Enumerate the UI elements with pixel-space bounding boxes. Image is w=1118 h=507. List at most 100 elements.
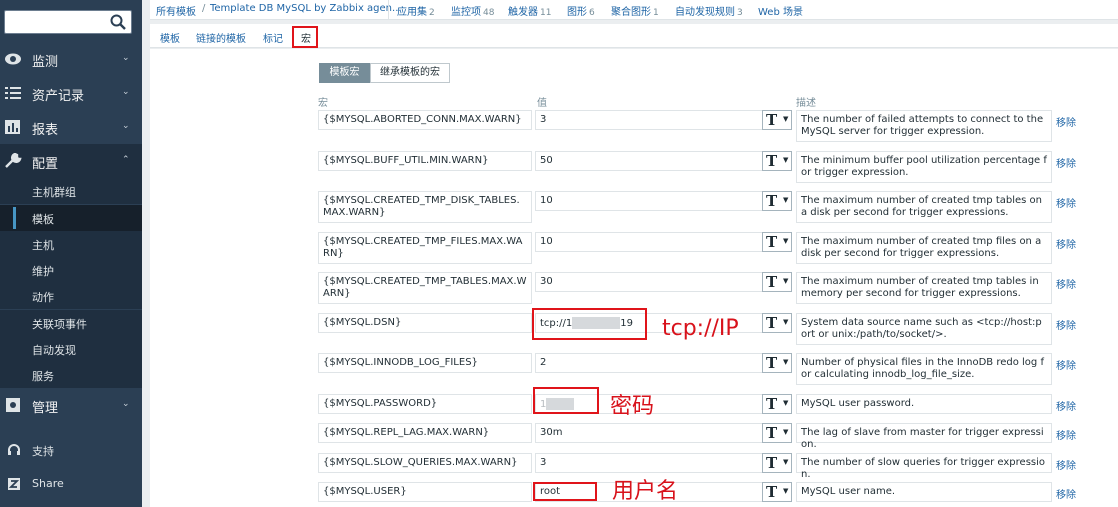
macro-description-field[interactable]: The maximum number of created tmp tables… — [796, 272, 1052, 304]
column-header-macro: 宏 — [318, 98, 328, 109]
discovery-rules-link[interactable]: 自动发现规则 3 — [675, 3, 743, 18]
sidebar-item-templates[interactable]: 模板 — [0, 205, 142, 231]
sidebar-item-hosts[interactable]: 主机 — [0, 231, 142, 257]
remove-macro-button[interactable]: 移除 — [1056, 457, 1076, 472]
remove-macro-button[interactable]: 移除 — [1056, 236, 1076, 251]
macro-value-field[interactable]: 30m — [535, 423, 763, 443]
applications-link[interactable]: 应用集 2 — [397, 3, 435, 18]
tab-template[interactable]: 模板 — [160, 30, 180, 45]
chevron-down-icon: ⌄ — [122, 53, 130, 63]
sidebar-item-label: 自动发现 — [32, 344, 76, 357]
remove-macro-button[interactable]: 移除 — [1056, 486, 1076, 501]
web-scenarios-link[interactable]: Web 场景 — [758, 3, 803, 18]
remove-macro-button[interactable]: 移除 — [1056, 155, 1076, 170]
sidebar-item-maintenance[interactable]: 维护 — [0, 257, 142, 283]
macro-name-field[interactable]: {$MYSQL.DSN} — [318, 313, 532, 333]
gear-icon — [6, 398, 20, 412]
remove-macro-button[interactable]: 移除 — [1056, 398, 1076, 413]
macro-name-field[interactable]: {$MYSQL.BUFF_UTIL.MIN.WARN} — [318, 151, 532, 171]
discovery-rules-count: 3 — [737, 8, 743, 18]
triggers-count: 11 — [540, 8, 552, 18]
macro-value-field[interactable]: 2 — [535, 353, 763, 373]
sidebar-item-host-groups[interactable]: 主机群组 — [0, 178, 142, 204]
macro-description-field[interactable]: MySQL user password. — [796, 394, 1052, 414]
value-type-select[interactable]: T ▼ — [762, 453, 792, 473]
macro-description-field[interactable]: The number of failed attempts to connect… — [796, 110, 1052, 142]
sidebar-item-discovery[interactable]: 自动发现 — [0, 336, 142, 362]
macro-name-field[interactable]: {$MYSQL.SLOW_QUERIES.MAX.WARN} — [318, 453, 532, 473]
graphs-link[interactable]: 图形 6 — [567, 3, 595, 18]
sidebar-support-link[interactable]: 支持 — [0, 436, 142, 464]
sidebar-search-input[interactable] — [4, 10, 132, 34]
macro-name-field[interactable]: {$MYSQL.USER} — [318, 482, 532, 502]
macro-description-field[interactable]: The number of slow queries for trigger e… — [796, 453, 1052, 480]
subtab-inherited-macros[interactable]: 继承模板的宏 — [370, 63, 450, 83]
items-link[interactable]: 监控项 48 — [451, 3, 494, 18]
macro-value-field[interactable]: 3 — [535, 453, 763, 473]
sidebar-item-actions[interactable]: 动作 — [0, 283, 142, 309]
value-type-select[interactable]: T ▼ — [762, 482, 792, 502]
remove-macro-button[interactable]: 移除 — [1056, 357, 1076, 372]
remove-macro-button[interactable]: 移除 — [1056, 427, 1076, 442]
macro-name-field[interactable]: {$MYSQL.INNODB_LOG_FILES} — [318, 353, 532, 373]
macro-name-field[interactable]: {$MYSQL.CREATED_TMP_DISK_TABLES.MAX.WARN… — [318, 191, 532, 223]
search-icon[interactable] — [109, 13, 127, 31]
macro-description-field[interactable]: The minimum buffer pool utilization perc… — [796, 151, 1052, 183]
value-type-select[interactable]: T ▼ — [762, 313, 792, 333]
screens-link[interactable]: 聚合图形 1 — [611, 3, 659, 18]
graphs-count: 6 — [589, 8, 595, 18]
sidebar-menu-reports[interactable]: 报表 ⌄ — [0, 110, 142, 144]
tab-tags[interactable]: 标记 — [263, 30, 283, 45]
items-count: 48 — [483, 8, 495, 18]
sidebar-share-link[interactable]: Share — [0, 470, 142, 498]
list-icon — [5, 87, 21, 99]
macro-name-field[interactable]: {$MYSQL.REPL_LAG.MAX.WARN} — [318, 423, 532, 443]
value-type-select[interactable]: T ▼ — [762, 353, 792, 373]
sidebar-menu-inventory[interactable]: 资产记录 ⌄ — [0, 76, 142, 110]
value-type-select[interactable]: T ▼ — [762, 423, 792, 443]
value-type-select[interactable]: T ▼ — [762, 232, 792, 252]
sidebar-menu-administration[interactable]: 管理 ⌄ — [0, 388, 142, 422]
sidebar-item-services[interactable]: 服务 — [0, 362, 142, 388]
tab-linked-templates[interactable]: 链接的模板 — [196, 30, 246, 45]
value-type-select[interactable]: T ▼ — [762, 110, 792, 130]
remove-macro-button[interactable]: 移除 — [1056, 317, 1076, 332]
macro-description-field[interactable]: Number of physical files in the InnoDB r… — [796, 353, 1052, 385]
macro-description-field[interactable]: The maximum number of created tmp files … — [796, 232, 1052, 264]
all-templates-link[interactable]: 所有模板 — [156, 3, 196, 18]
macro-description-field[interactable]: MySQL user name. — [796, 482, 1052, 502]
remove-macro-button[interactable]: 移除 — [1056, 276, 1076, 291]
macro-value-field[interactable]: 30 — [535, 272, 763, 292]
template-name-link[interactable]: Template DB MySQL by Zabbix agen... — [210, 3, 402, 14]
triggers-link[interactable]: 触发器 11 — [508, 3, 551, 18]
macro-value-field[interactable]: 50 — [535, 151, 763, 171]
sidebar-menu-monitoring[interactable]: 监测 ⌄ — [0, 42, 142, 76]
sidebar-item-event-correlation[interactable]: 关联项事件 — [0, 310, 142, 336]
subtab-template-macros[interactable]: 模板宏 — [319, 63, 370, 83]
column-header-description: 描述 — [796, 98, 816, 109]
sidebar-support-label: 支持 — [32, 445, 54, 458]
sidebar-item-label: 关联项事件 — [32, 318, 87, 331]
sidebar-menu-configuration[interactable]: 配置 ⌃ — [0, 144, 142, 178]
chevron-down-icon: ⌄ — [122, 121, 130, 131]
macro-value-field[interactable]: 10 — [535, 232, 763, 252]
sidebar-item-label: 动作 — [32, 291, 54, 304]
macro-description-field[interactable]: The maximum number of created tmp tables… — [796, 191, 1052, 223]
remove-macro-button[interactable]: 移除 — [1056, 195, 1076, 210]
macro-name-field[interactable]: {$MYSQL.PASSWORD} — [318, 394, 532, 414]
chevron-down-icon: ▼ — [783, 318, 789, 326]
value-type-select[interactable]: T ▼ — [762, 191, 792, 211]
macro-name-field[interactable]: {$MYSQL.CREATED_TMP_TABLES.MAX.WARN} — [318, 272, 532, 304]
macro-description-field[interactable]: The lag of slave from master for trigger… — [796, 423, 1052, 450]
macro-name-field[interactable]: {$MYSQL.ABORTED_CONN.MAX.WARN} — [318, 110, 532, 130]
value-type-select[interactable]: T ▼ — [762, 272, 792, 292]
macro-description-field[interactable]: System data source name such as <tcp://h… — [796, 313, 1052, 345]
remove-macro-button[interactable]: 移除 — [1056, 114, 1076, 129]
macro-value-field[interactable]: 10 — [535, 191, 763, 211]
macro-name-field[interactable]: {$MYSQL.CREATED_TMP_FILES.MAX.WARN} — [318, 232, 532, 264]
sidebar-item-label: 服务 — [32, 370, 54, 383]
macro-value-field[interactable]: 3 — [535, 110, 763, 130]
value-type-select[interactable]: T ▼ — [762, 151, 792, 171]
breadcrumb-separator: / — [202, 3, 206, 14]
value-type-select[interactable]: T ▼ — [762, 394, 792, 414]
